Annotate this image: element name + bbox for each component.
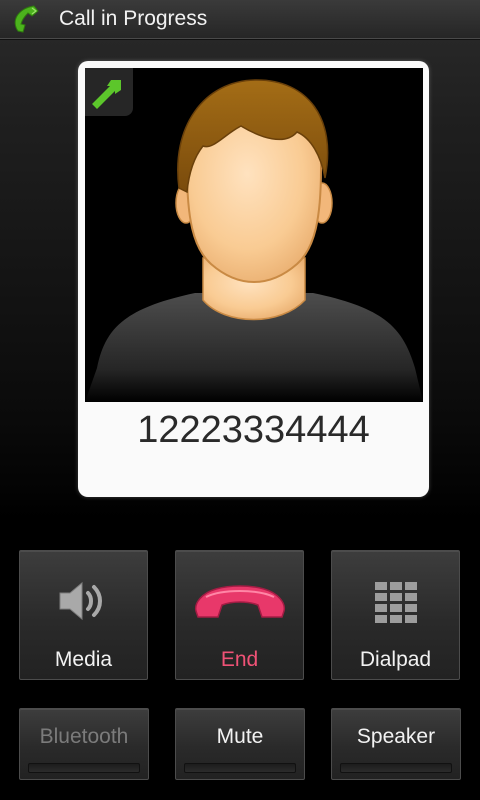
end-label: End [220,648,259,671]
dialpad-grid-icon [374,581,418,630]
media-label: Media [54,648,113,671]
dialpad-label: Dialpad [359,648,432,671]
speaker-button[interactable]: Speaker [331,708,461,780]
title-bar: Call in Progress [0,0,480,39]
bluetooth-state-indicator [28,763,140,773]
phone-icon [12,5,42,33]
mute-button[interactable]: Mute [175,708,305,780]
expand-arrow-icon [92,80,121,109]
page-title: Call in Progress [59,7,208,30]
contact-photo [85,68,423,402]
default-avatar-icon [85,79,423,402]
end-call-button[interactable]: End [175,550,304,680]
contact-card: 12223334444 [78,61,429,497]
speaker-label: Speaker [356,725,436,748]
speaker-state-indicator [340,763,452,773]
speaker-volume-icon [56,579,112,628]
end-call-icon [192,581,288,630]
phone-number: 12223334444 [137,409,370,451]
dialpad-button[interactable]: Dialpad [331,550,460,680]
mute-label: Mute [216,725,264,748]
bluetooth-label: Bluetooth [39,725,129,748]
expand-contact-button[interactable] [85,68,133,116]
call-screen: Call in Progress 12223334444 Media End D… [0,0,480,800]
mute-state-indicator [184,763,296,773]
bluetooth-button[interactable]: Bluetooth [19,708,149,780]
media-button[interactable]: Media [19,550,148,680]
